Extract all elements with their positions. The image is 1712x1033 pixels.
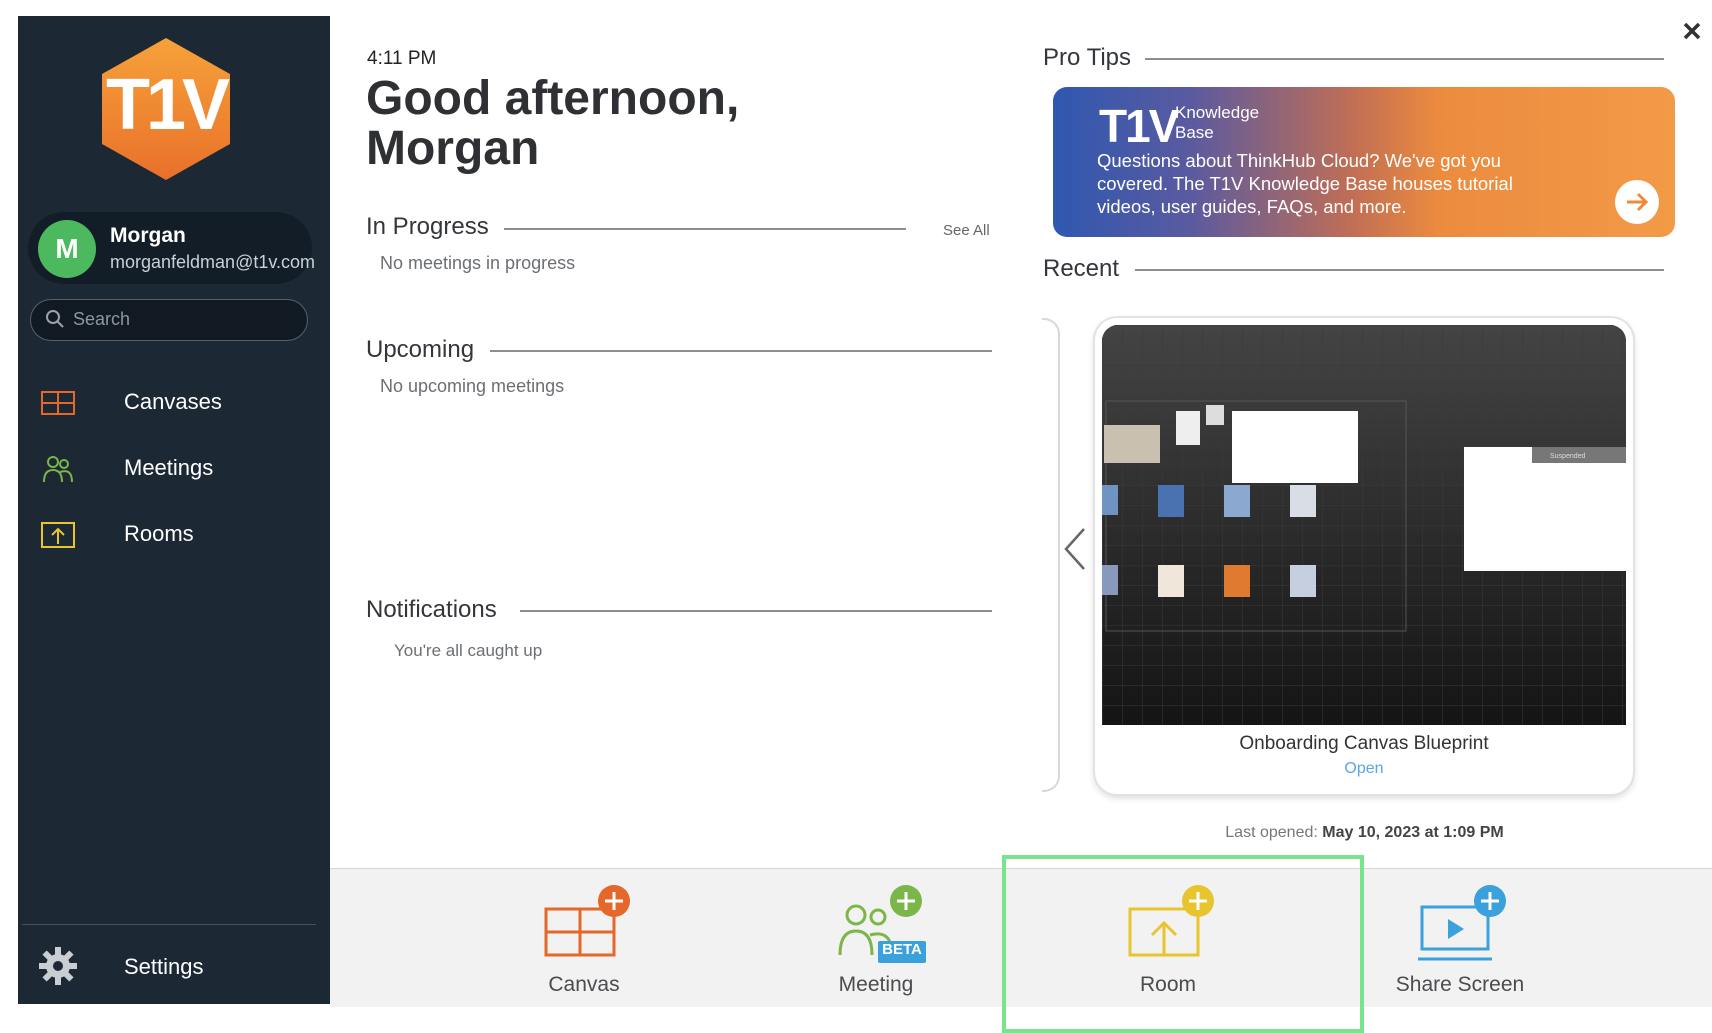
last-opened-value: May 10, 2023 at 1:09 PM	[1322, 824, 1504, 841]
new-canvas-button[interactable]: Canvas	[474, 869, 694, 1007]
kb-logo-subtitle: Knowledge Base	[1175, 103, 1295, 143]
user-name: Morgan	[110, 224, 186, 247]
canvas-grid-icon	[41, 391, 75, 415]
chevron-left-icon[interactable]	[1062, 525, 1090, 573]
share-screen-add-icon	[1418, 885, 1506, 961]
canvas-thumbnail: Suspended	[1102, 325, 1626, 725]
logo-text: T1V	[105, 65, 230, 145]
sidebar-item-label: Canvases	[124, 389, 222, 414]
kb-open-button[interactable]	[1615, 180, 1659, 224]
sidebar-item-canvases[interactable]: Canvases	[18, 376, 330, 430]
room-upload-icon	[41, 522, 75, 548]
settings-label: Settings	[124, 954, 204, 979]
sidebar-item-rooms[interactable]: Rooms	[18, 508, 330, 562]
knowledge-base-banner[interactable]: T1V Knowledge Base Questions about Think…	[1053, 87, 1675, 237]
sidebar-item-settings[interactable]: Settings	[18, 934, 330, 998]
kb-logo-sub-line: Base	[1175, 123, 1214, 142]
notifications-empty: You're all caught up	[394, 641, 543, 660]
current-time: 4:11 PM	[367, 48, 437, 69]
people-icon	[43, 456, 73, 483]
action-label: Share Screen	[1395, 973, 1525, 996]
previous-recent-card[interactable]	[1042, 318, 1060, 792]
last-opened: Last opened: May 10, 2023 at 1:09 PM	[1042, 824, 1687, 842]
search-input[interactable]: Search	[30, 299, 308, 341]
recent-canvas-name: Onboarding Canvas Blueprint	[1239, 733, 1489, 754]
beta-badge: BETA	[882, 941, 922, 958]
gear-icon	[39, 947, 77, 985]
arrow-right-icon	[1627, 192, 1649, 212]
sidebar-item-meetings[interactable]: Meetings	[18, 442, 330, 496]
avatar: M	[38, 220, 96, 278]
section-divider	[504, 228, 906, 230]
section-divider	[1140, 58, 1664, 60]
notifications-title: Notifications	[366, 596, 511, 624]
greeting-name: Morgan	[366, 122, 540, 175]
kb-logo: T1V	[1099, 100, 1179, 152]
action-label: Canvas	[548, 973, 620, 996]
kb-description: Questions about ThinkHub Cloud? We've go…	[1097, 150, 1513, 217]
t1v-logo: T1V	[96, 34, 236, 184]
upcoming-title: Upcoming	[366, 336, 489, 364]
kb-logo-sub-line: Knowledge	[1175, 103, 1260, 122]
sidebar-divider	[22, 924, 316, 925]
see-all-link[interactable]: See All	[943, 222, 990, 239]
upcoming-empty: No upcoming meetings	[380, 376, 565, 396]
recent-canvas-card[interactable]: Suspended Onboarding Canvas Blueprint Op…	[1095, 318, 1633, 794]
share-screen-button[interactable]: Share Screen	[1350, 869, 1570, 1007]
thumbnail-badge: Suspended	[1550, 453, 1586, 460]
canvas-add-icon	[544, 885, 630, 957]
room-highlight-box	[1002, 855, 1364, 1033]
sidebar-item-label: Meetings	[124, 455, 214, 480]
in-progress-title: In Progress	[366, 213, 503, 241]
last-opened-label: Last opened:	[1225, 824, 1318, 841]
action-label: Meeting	[838, 973, 914, 996]
section-divider	[520, 610, 992, 612]
close-icon[interactable]	[1681, 20, 1703, 42]
section-divider	[490, 350, 992, 352]
section-divider	[1135, 269, 1664, 271]
greeting: Good afternoon, Morgan	[366, 74, 926, 174]
search-icon	[46, 310, 64, 328]
user-email: morganfeldman@t1v.com	[110, 252, 316, 272]
greeting-line: Good afternoon,	[366, 72, 740, 125]
in-progress-empty: No meetings in progress	[380, 253, 576, 273]
new-meeting-button[interactable]: BETA Meeting	[766, 869, 986, 1007]
recent-title: Recent	[1043, 255, 1134, 283]
sidebar-item-label: Rooms	[124, 521, 194, 546]
sidebar: T1V M Morgan morganfeldman@t1v.com Searc…	[18, 16, 330, 1004]
pro-tips-title: Pro Tips	[1043, 44, 1146, 72]
user-card[interactable]: M Morgan morganfeldman@t1v.com	[28, 212, 316, 284]
recent-canvas-open-link[interactable]: Open	[1095, 760, 1633, 778]
search-placeholder: Search	[73, 309, 131, 329]
